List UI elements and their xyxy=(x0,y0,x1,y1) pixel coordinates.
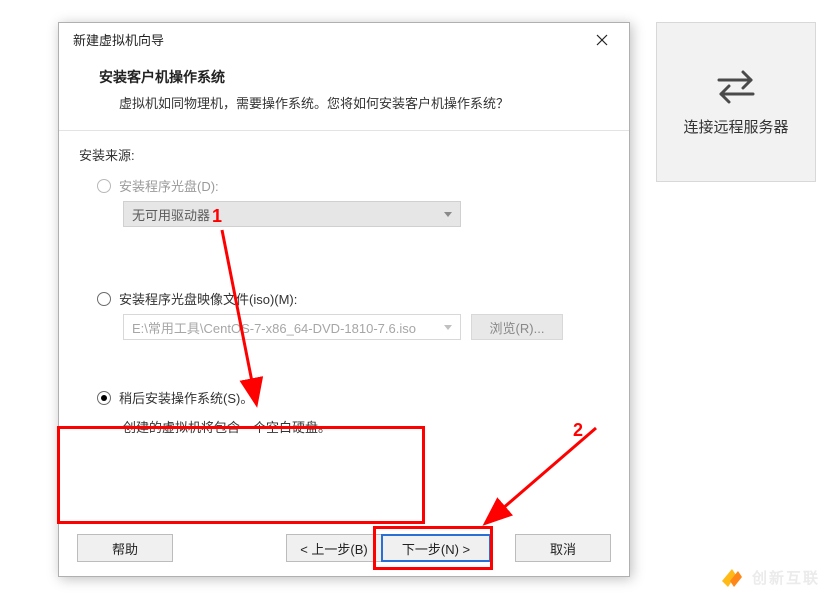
radio-install-disc: 安装程序光盘(D): xyxy=(97,176,609,195)
iso-path-field: E:\常用工具\CentOS-7-x86_64-DVD-1810-7.6.iso xyxy=(123,314,461,340)
browse-button: 浏览(R)... xyxy=(471,314,563,340)
close-icon xyxy=(596,34,608,46)
header-block: 安装客户机操作系统 虚拟机如同物理机，需要操作系统。您将如何安装客户机操作系统？ xyxy=(59,57,629,126)
iso-path-value: E:\常用工具\CentOS-7-x86_64-DVD-1810-7.6.iso xyxy=(132,318,416,337)
page-description: 虚拟机如同物理机，需要操作系统。您将如何安装客户机操作系统？ xyxy=(89,93,599,112)
help-button-label: 帮助 xyxy=(112,539,138,558)
window-title: 新建虚拟机向导 xyxy=(73,30,164,49)
close-button[interactable] xyxy=(585,26,619,54)
cancel-button-label: 取消 xyxy=(550,539,576,558)
radio-install-iso-label: 安装程序光盘映像文件(iso)(M): xyxy=(119,289,297,308)
radio-install-later-label: 稍后安装操作系统(S)。 xyxy=(119,388,253,407)
browse-button-label: 浏览(R)... xyxy=(490,318,545,337)
back-button-label: < 上一步(B) xyxy=(300,539,368,558)
radio-install-disc-label: 安装程序光盘(D): xyxy=(119,176,219,195)
help-button[interactable]: 帮助 xyxy=(77,534,173,562)
logo-icon xyxy=(718,563,746,591)
radio-icon xyxy=(97,179,111,193)
titlebar: 新建虚拟机向导 xyxy=(59,23,629,57)
radio-icon xyxy=(97,391,111,405)
button-row: 帮助 < 上一步(B) 下一步(N) > 取消 xyxy=(59,520,629,576)
watermark-logo: 创新互联 xyxy=(718,563,820,591)
content-area: 安装来源: 安装程序光盘(D): 无可用驱动器 安装程序光盘映像文件(iso)(… xyxy=(59,141,629,520)
chevron-down-icon xyxy=(444,325,452,330)
divider xyxy=(59,130,629,131)
next-button-label: 下一步(N) > xyxy=(402,539,470,558)
radio-install-iso[interactable]: 安装程序光盘映像文件(iso)(M): xyxy=(97,289,609,308)
page-heading: 安装客户机操作系统 xyxy=(89,67,599,87)
new-vm-wizard-dialog: 新建虚拟机向导 安装客户机操作系统 虚拟机如同物理机，需要操作系统。您将如何安装… xyxy=(58,22,630,577)
radio-icon xyxy=(97,292,111,306)
cancel-button[interactable]: 取消 xyxy=(515,534,611,562)
swap-arrows-icon xyxy=(713,68,759,106)
connect-remote-server-label: 连接远程服务器 xyxy=(683,116,788,137)
install-source-label: 安装来源: xyxy=(79,145,609,164)
radio-install-later[interactable]: 稍后安装操作系统(S)。 xyxy=(97,388,609,407)
later-block: 稍后安装操作系统(S)。 创建的虚拟机将包含一个空白硬盘。 xyxy=(79,370,609,448)
next-button[interactable]: 下一步(N) > xyxy=(381,534,491,562)
disc-drive-value: 无可用驱动器 xyxy=(132,205,210,224)
connect-remote-server-tile[interactable]: 连接远程服务器 xyxy=(656,22,816,182)
install-later-description: 创建的虚拟机将包含一个空白硬盘。 xyxy=(123,417,609,436)
back-button[interactable]: < 上一步(B) xyxy=(286,534,382,562)
disc-drive-dropdown: 无可用驱动器 xyxy=(123,201,461,227)
watermark-text: 创新互联 xyxy=(752,567,820,588)
chevron-down-icon xyxy=(444,212,452,217)
